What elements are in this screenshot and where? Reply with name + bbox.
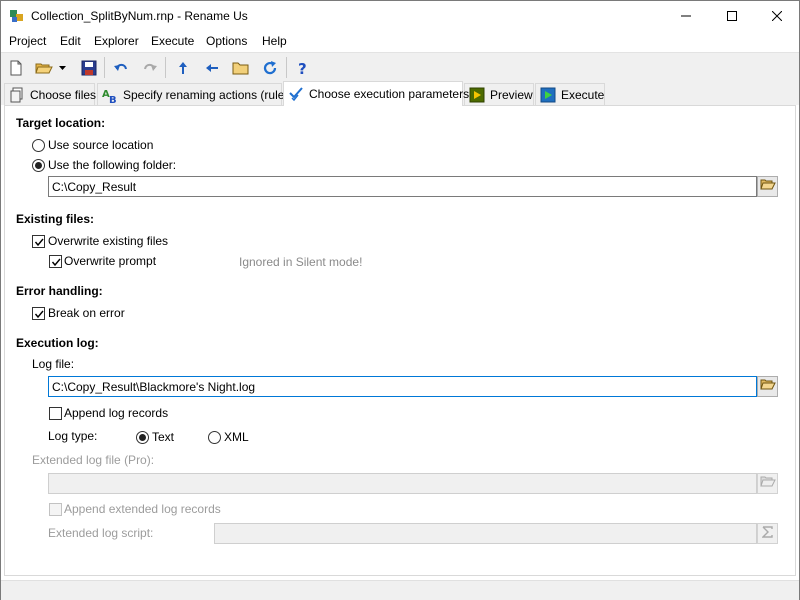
- checkmark-icon: [288, 86, 304, 102]
- tab-execution-parameters[interactable]: Choose execution parameters: [283, 81, 469, 106]
- append-extended-log-checkbox[interactable]: [49, 503, 62, 516]
- log-type-xml-radio[interactable]: [208, 431, 221, 444]
- execution-parameters-panel: Target location: Use source location Use…: [4, 105, 796, 576]
- tab-preview[interactable]: Preview: [464, 83, 534, 105]
- open-folder-icon: [759, 378, 776, 395]
- tab-label: Choose files: [30, 87, 97, 102]
- tab-label: Specify renaming actions (rules): [123, 87, 295, 102]
- refresh-icon[interactable]: [259, 57, 281, 79]
- sigma-icon: [760, 526, 774, 541]
- execute-icon: [540, 87, 556, 103]
- browse-log-file-button[interactable]: [757, 376, 778, 397]
- silent-mode-hint: Ignored in Silent mode!: [239, 255, 363, 269]
- menu-edit[interactable]: Edit: [60, 34, 81, 48]
- help-icon[interactable]: ?: [292, 57, 314, 79]
- toolbar-separator: [286, 57, 287, 78]
- undo-icon[interactable]: [110, 57, 132, 79]
- menu-bar: Project Edit Explorer Execute Options He…: [1, 31, 799, 51]
- window-title: Collection_SplitByNum.rnp - Rename Us: [31, 9, 248, 23]
- svg-text:?: ?: [298, 60, 307, 76]
- use-folder-label[interactable]: Use the following folder:: [48, 158, 176, 172]
- append-log-checkbox[interactable]: [49, 407, 62, 420]
- toolbar-separator: [104, 57, 105, 78]
- tab-label: Preview: [490, 87, 533, 102]
- app-logo-icon: [9, 8, 25, 24]
- target-folder-input[interactable]: C:\Copy_Result: [48, 176, 757, 197]
- use-source-label[interactable]: Use source location: [48, 138, 153, 152]
- use-source-radio[interactable]: [32, 139, 45, 152]
- files-icon: [9, 87, 25, 103]
- break-on-error-label[interactable]: Break on error: [48, 306, 125, 320]
- close-button[interactable]: [754, 1, 800, 31]
- move-left-icon[interactable]: [201, 57, 223, 79]
- tab-choose-files[interactable]: Choose files: [4, 83, 97, 105]
- log-type-text-label[interactable]: Text: [152, 430, 174, 444]
- title-bar: Collection_SplitByNum.rnp - Rename Us: [1, 1, 799, 31]
- folder-icon[interactable]: [230, 57, 252, 79]
- new-icon[interactable]: [5, 57, 27, 79]
- open-icon[interactable]: [33, 57, 55, 79]
- existing-files-heading: Existing files:: [16, 212, 95, 226]
- overwrite-existing-checkbox[interactable]: [32, 235, 45, 248]
- extended-log-file-input[interactable]: [48, 473, 757, 494]
- log-type-label: Log type:: [48, 429, 98, 443]
- status-bar: [1, 580, 799, 600]
- tab-label: Execute: [561, 87, 605, 102]
- save-icon[interactable]: [78, 57, 100, 79]
- append-extended-log-label[interactable]: Append extended log records: [64, 502, 221, 516]
- overwrite-prompt-checkbox[interactable]: [49, 255, 62, 268]
- menu-explorer[interactable]: Explorer: [94, 34, 139, 48]
- log-file-input[interactable]: C:\Copy_Result\Blackmore's Night.log: [48, 376, 757, 397]
- overwrite-prompt-label[interactable]: Overwrite prompt: [64, 254, 156, 268]
- rename-rules-icon: AB: [102, 87, 118, 106]
- menu-execute[interactable]: Execute: [151, 34, 194, 48]
- open-folder-icon: [759, 475, 776, 492]
- extended-log-file-label: Extended log file (Pro):: [32, 453, 155, 467]
- main-window: Collection_SplitByNum.rnp - Rename Us Pr…: [0, 0, 800, 600]
- error-handling-heading: Error handling:: [16, 284, 103, 298]
- svg-text:B: B: [109, 95, 117, 103]
- open-folder-icon: [759, 178, 776, 195]
- extended-log-script-label: Extended log script:: [48, 526, 154, 540]
- tab-renaming-rules[interactable]: AB Specify renaming actions (rules): [97, 83, 294, 106]
- minimize-button[interactable]: [663, 1, 709, 31]
- use-folder-radio[interactable]: [32, 159, 45, 172]
- toolbar-separator: [165, 57, 166, 78]
- play-icon: [469, 87, 485, 103]
- move-up-icon[interactable]: [172, 57, 194, 79]
- redo-icon[interactable]: [139, 57, 161, 79]
- log-type-xml-label[interactable]: XML: [224, 430, 249, 444]
- browse-target-folder-button[interactable]: [757, 176, 778, 197]
- log-type-text-radio[interactable]: [136, 431, 149, 444]
- edit-script-button[interactable]: [757, 523, 778, 544]
- maximize-button[interactable]: [709, 1, 755, 31]
- overwrite-existing-label[interactable]: Overwrite existing files: [48, 234, 168, 248]
- target-location-heading: Target location:: [16, 116, 106, 130]
- dropdown-icon[interactable]: [57, 57, 69, 79]
- browse-extended-log-button[interactable]: [757, 473, 778, 494]
- extended-log-script-input[interactable]: [214, 523, 757, 544]
- execution-log-heading: Execution log:: [16, 336, 99, 350]
- menu-options[interactable]: Options: [206, 34, 247, 48]
- append-log-label[interactable]: Append log records: [64, 406, 168, 420]
- menu-help[interactable]: Help: [262, 34, 287, 48]
- toolbar: ?: [1, 52, 799, 81]
- tab-strip: Choose files AB Specify renaming actions…: [1, 81, 799, 106]
- tab-label: Choose execution parameters: [309, 87, 470, 101]
- tab-execute[interactable]: Execute: [535, 83, 605, 105]
- menu-project[interactable]: Project: [9, 34, 46, 48]
- break-on-error-checkbox[interactable]: [32, 307, 45, 320]
- log-file-label: Log file:: [32, 357, 75, 371]
